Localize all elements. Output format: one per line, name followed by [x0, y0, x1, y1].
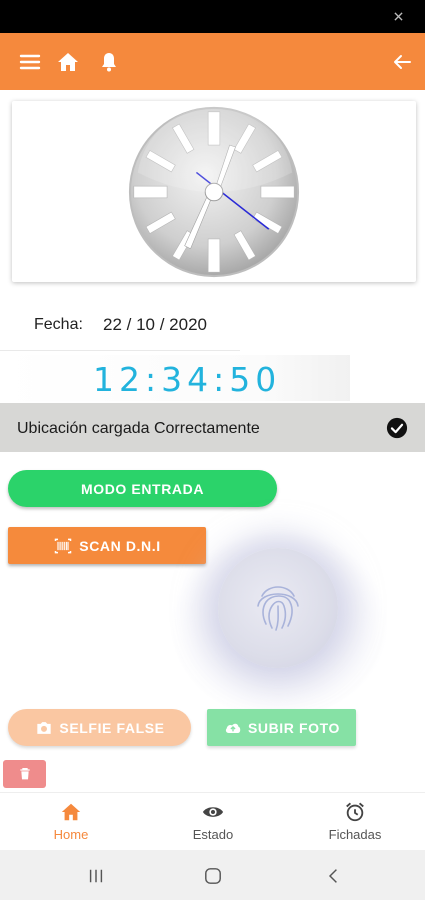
- back-arrow-icon[interactable]: [390, 50, 414, 74]
- modo-entrada-label: MODO ENTRADA: [80, 480, 205, 497]
- divider: [0, 350, 240, 351]
- barcode-scan-icon: [55, 538, 72, 553]
- subir-foto-label: SUBIR FOTO: [247, 719, 341, 736]
- alarm-clock-icon: [346, 802, 364, 822]
- analog-clock-image: [128, 106, 300, 278]
- home-icon[interactable]: [56, 50, 80, 74]
- nav-estado[interactable]: Estado: [158, 801, 268, 845]
- nav-fichadas[interactable]: Fichadas: [300, 801, 410, 845]
- camera-icon: [37, 721, 52, 734]
- check-circle-icon: [386, 417, 408, 439]
- clock-card: [12, 101, 416, 282]
- back-icon[interactable]: [326, 867, 342, 885]
- cloud-upload-icon: [225, 723, 241, 733]
- trash-icon: [19, 768, 30, 780]
- nav-home-label: Home: [53, 827, 89, 842]
- status-bar: [0, 0, 425, 33]
- bottom-navigation: Home Estado Fichadas: [0, 792, 425, 850]
- selfie-button[interactable]: SELFIE FALSE: [8, 709, 191, 746]
- modo-entrada-button[interactable]: MODO ENTRADA: [8, 470, 277, 507]
- delete-button[interactable]: [3, 760, 46, 788]
- eye-icon: [202, 807, 224, 817]
- location-status-text: Ubicación cargada Correctamente: [17, 420, 260, 437]
- app-bar: [0, 33, 425, 90]
- date-value: 22 / 10 / 2020: [103, 315, 207, 334]
- nav-fichadas-label: Fichadas: [328, 827, 382, 842]
- app-screen: Fecha: 22 / 10 / 2020 12:34:50 Ubicación…: [0, 0, 425, 900]
- recent-apps-icon[interactable]: [86, 867, 106, 885]
- date-label: Fecha:: [34, 316, 83, 333]
- bell-icon[interactable]: [97, 50, 121, 74]
- home-icon: [61, 803, 81, 821]
- subir-foto-button[interactable]: SUBIR FOTO: [207, 709, 356, 746]
- time-display: 12:34:50: [93, 360, 282, 399]
- scan-dni-label: SCAN D.N.I: [79, 537, 161, 554]
- menu-icon[interactable]: [18, 50, 42, 74]
- system-navigation-bar: [0, 850, 425, 900]
- fingerprint-button[interactable]: [218, 548, 338, 668]
- selfie-label: SELFIE FALSE: [59, 719, 165, 736]
- nav-home[interactable]: Home: [16, 801, 126, 845]
- home-circle-icon[interactable]: [204, 867, 222, 885]
- signal-off-icon: [394, 12, 403, 21]
- nav-estado-label: Estado: [192, 827, 234, 842]
- location-status-bar: Ubicación cargada Correctamente: [0, 403, 425, 452]
- fingerprint-icon: [257, 586, 299, 631]
